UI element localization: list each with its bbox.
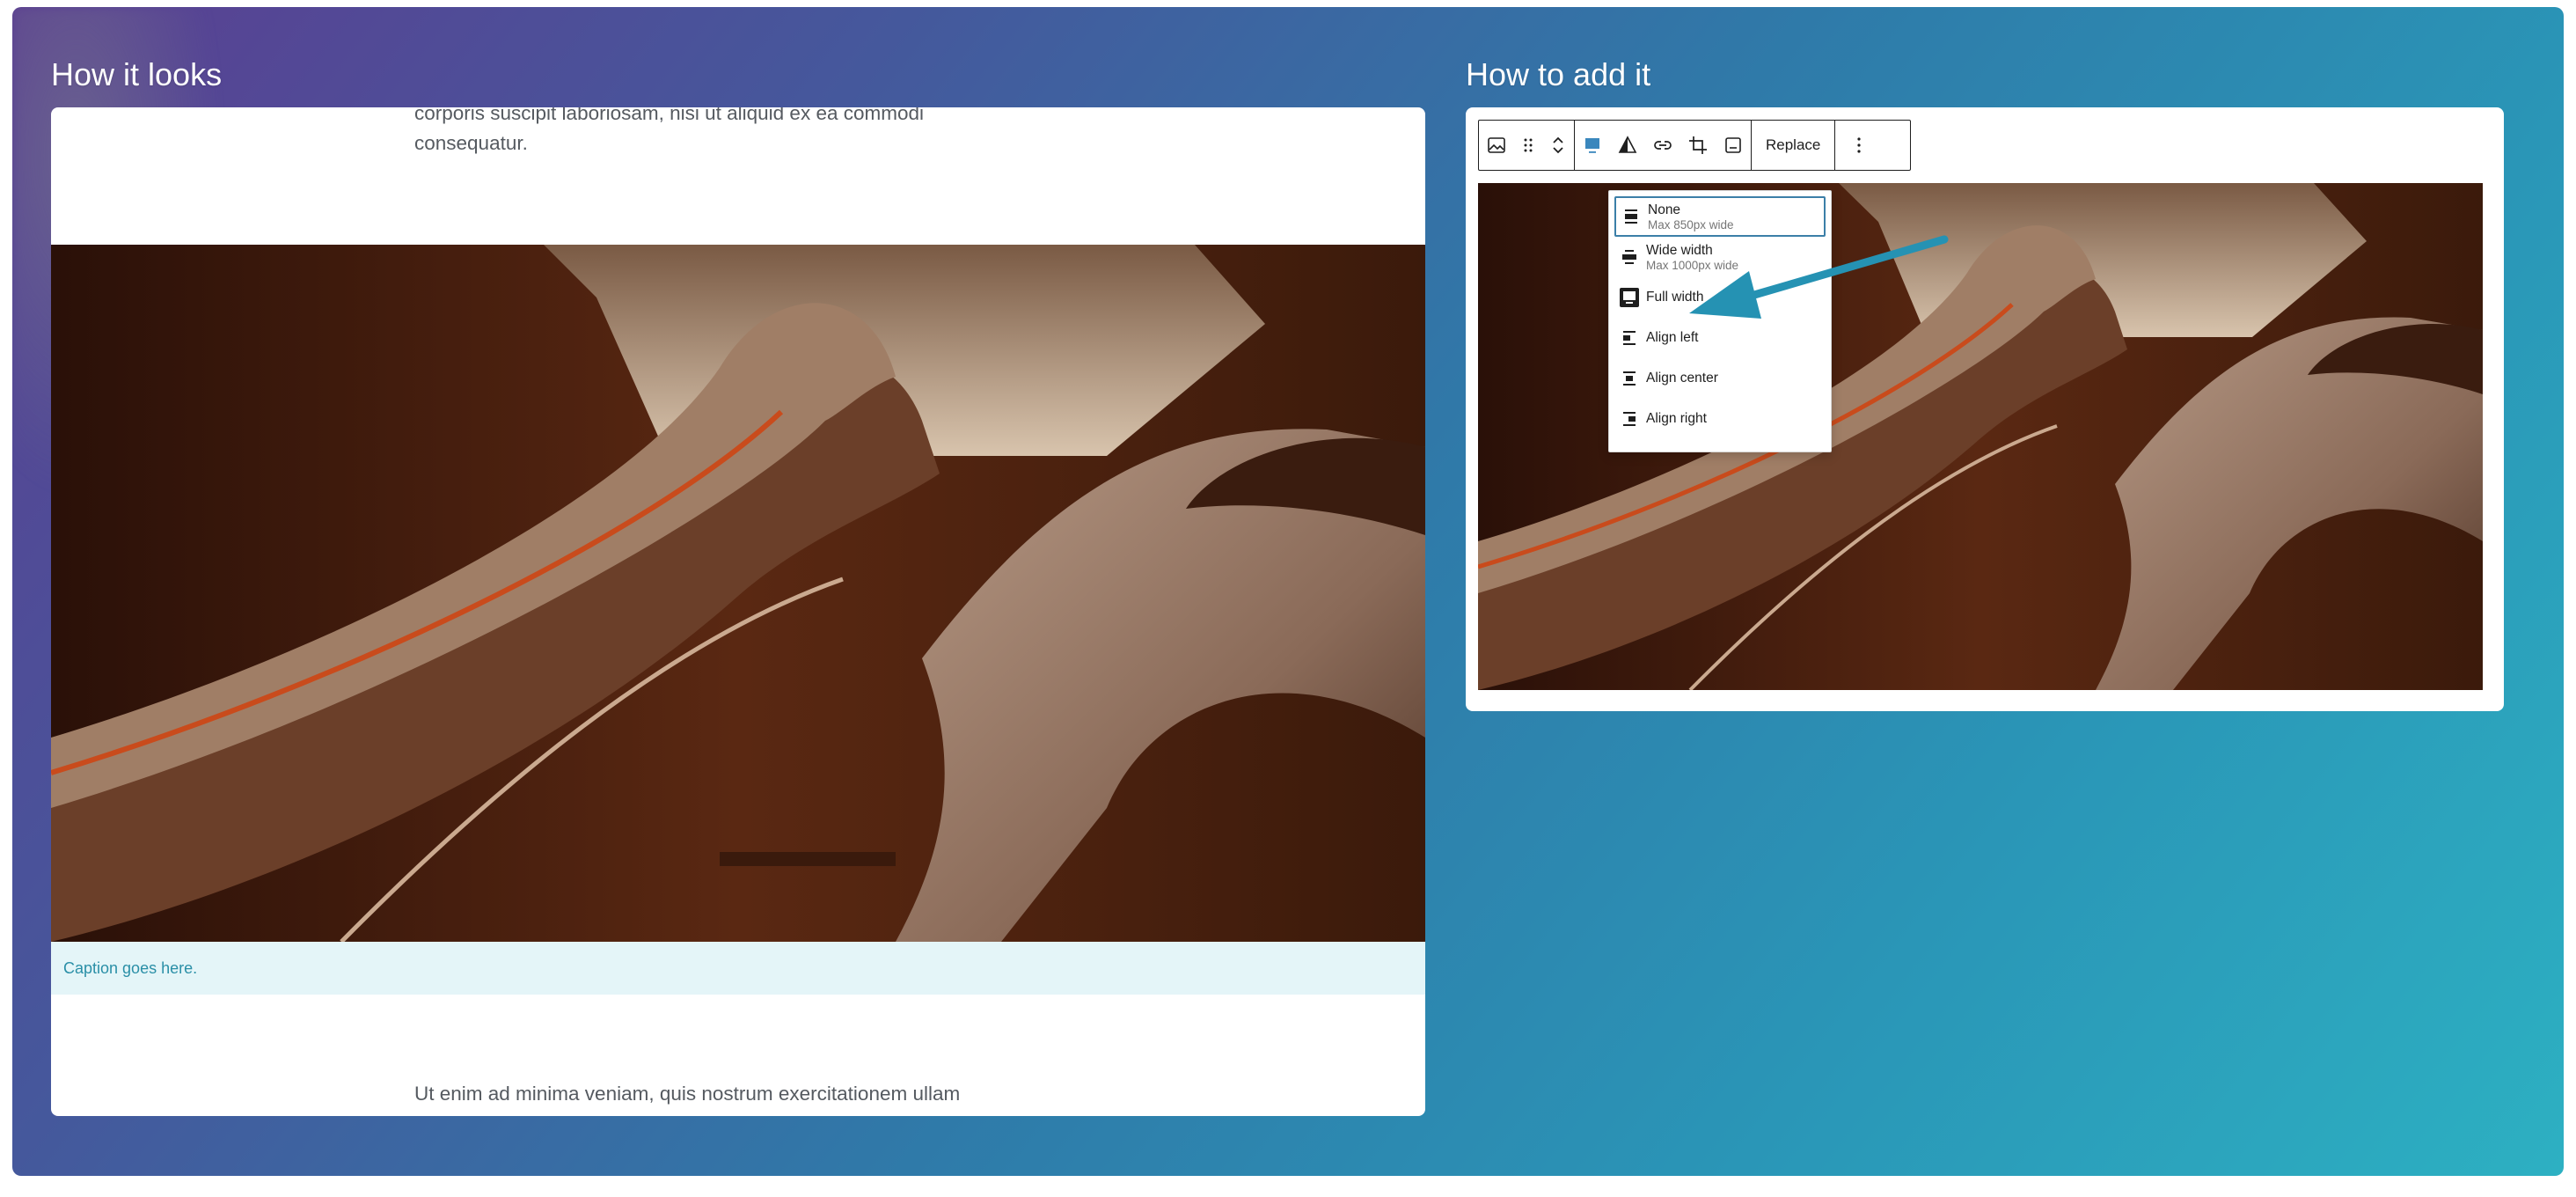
move-up-down-icon[interactable]: [1542, 121, 1574, 170]
align-wide-icon: [1620, 247, 1639, 267]
block-toolbar: Replace: [1478, 120, 1911, 171]
image-block-icon[interactable]: [1479, 121, 1514, 170]
menu-item-label: Align left: [1646, 330, 1699, 345]
menu-item-align-center-text: Align center: [1646, 371, 1718, 386]
menu-item-align-center[interactable]: Align center: [1614, 358, 1826, 399]
section-title-how-it-looks: How it looks: [51, 56, 223, 92]
toolbar-group-options: [1835, 121, 1883, 170]
menu-item-align-left-text: Align left: [1646, 330, 1698, 346]
pointer-arrow-icon: [1689, 235, 1949, 319]
align-center-icon: [1620, 369, 1639, 388]
link-icon[interactable]: [1645, 121, 1680, 170]
paragraph-top-line-1: corporis suscipit laboriosam, nisi ut al…: [414, 107, 925, 124]
preview-card: corporis suscipit laboriosam, nisi ut al…: [51, 107, 1425, 1116]
crop-icon[interactable]: [1680, 121, 1716, 170]
duotone-filter-icon[interactable]: [1610, 121, 1645, 170]
menu-item-label: Align center: [1646, 371, 1718, 386]
paragraph-bottom: Ut enim ad minima veniam, quis nostrum e…: [414, 1079, 1030, 1116]
toolbar-group-replace: Replace: [1752, 121, 1836, 170]
menu-item-align-right[interactable]: Align right: [1614, 399, 1826, 439]
align-none-icon: [1621, 207, 1641, 226]
align-left-icon: [1620, 328, 1639, 348]
menu-item-label: Align right: [1646, 411, 1707, 426]
paragraph-bottom-line-2: corporis suscipit laboriosam, nisi ut al…: [414, 1109, 1030, 1116]
paragraph-top: corporis suscipit laboriosam, nisi ut al…: [414, 107, 1030, 158]
image-caption: Caption goes here.: [63, 959, 198, 977]
paragraph-top-line-2: consequatur.: [414, 132, 528, 154]
align-full-width-icon[interactable]: [1575, 121, 1610, 170]
editor-card: Replace None Max 850px wide Wide width M…: [1466, 107, 2504, 711]
section-title-how-to-add-it: How to add it: [1466, 56, 1651, 92]
paragraph-bottom-line-1: Ut enim ad minima veniam, quis nostrum e…: [414, 1083, 961, 1105]
text-overlay-icon[interactable]: [1716, 121, 1751, 170]
align-right-icon: [1620, 409, 1639, 429]
align-full-width-icon: [1620, 288, 1639, 307]
staircase-image: [51, 245, 1425, 942]
replace-button[interactable]: Replace: [1752, 121, 1834, 170]
menu-item-align-right-text: Align right: [1646, 411, 1707, 427]
drag-handle-icon[interactable]: [1514, 121, 1542, 170]
more-options-icon[interactable]: [1835, 121, 1883, 170]
menu-item-label: None: [1648, 202, 1681, 217]
toolbar-group-formatting: [1575, 121, 1752, 170]
image-caption-bar: Caption goes here.: [51, 942, 1425, 995]
toolbar-group-block: [1479, 121, 1575, 170]
